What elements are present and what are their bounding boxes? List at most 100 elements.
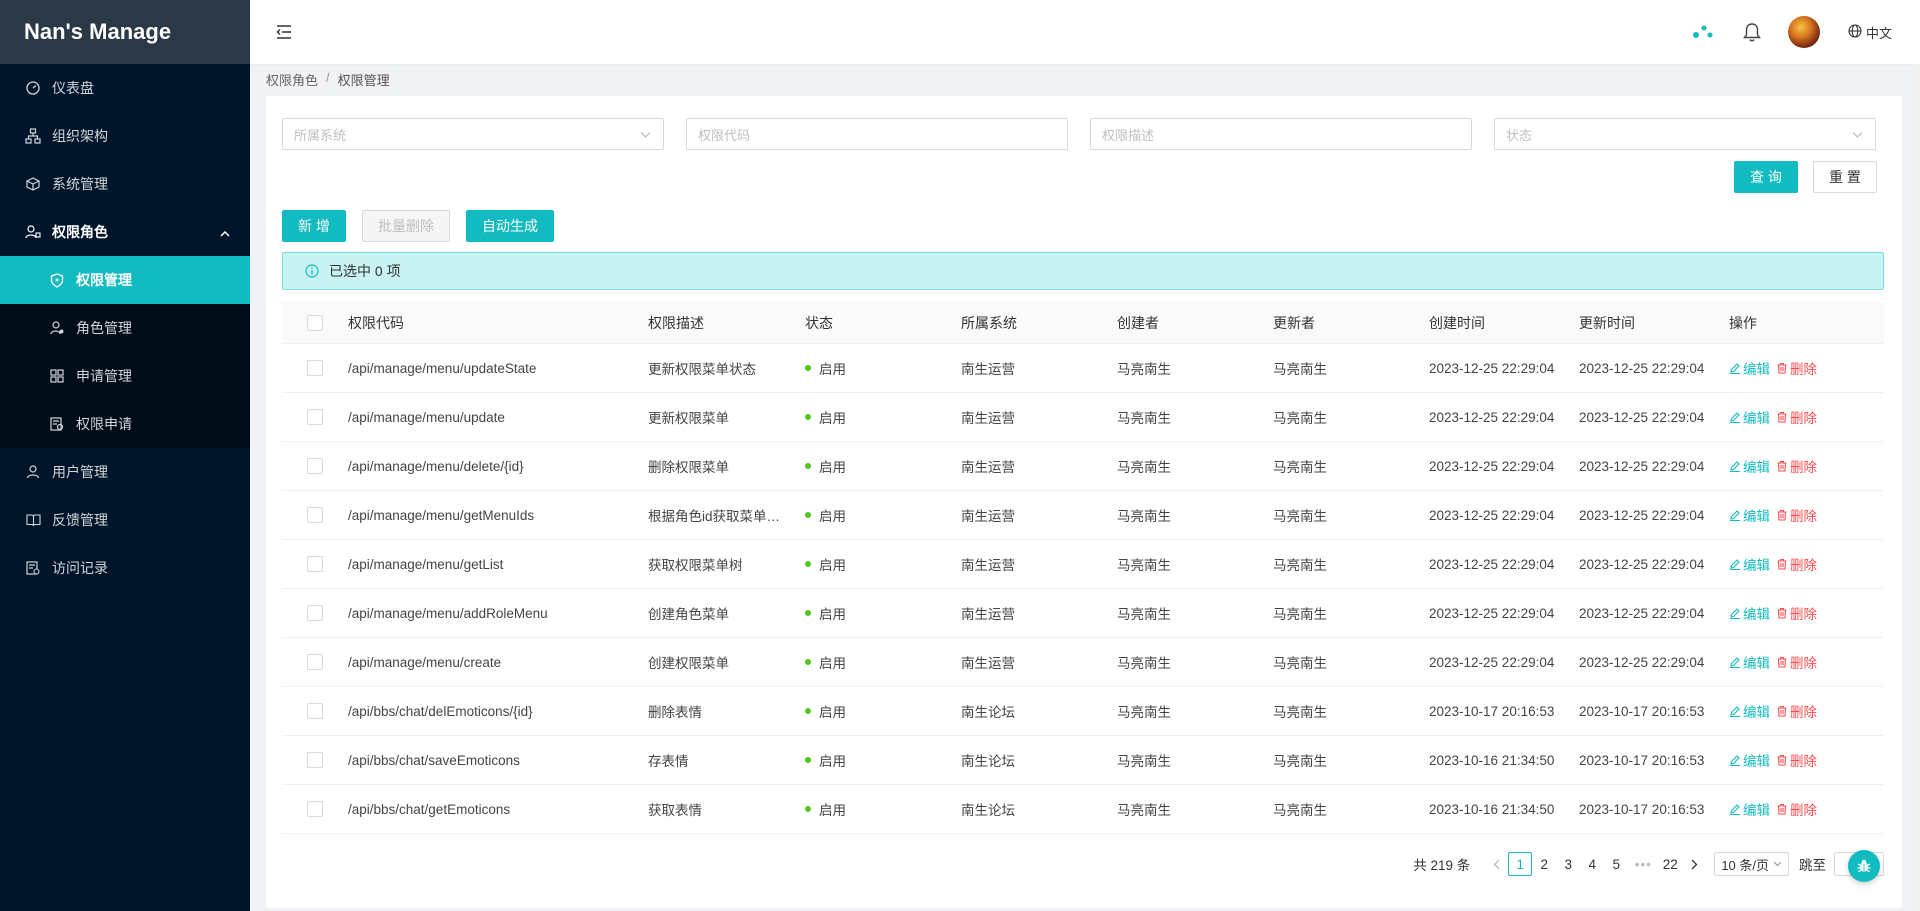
system-select[interactable]: 所属系统 — [282, 118, 664, 150]
page-3[interactable]: 3 — [1556, 852, 1580, 876]
edit-link[interactable]: 编辑 — [1729, 358, 1770, 378]
info-icon — [305, 264, 319, 278]
row-checkbox[interactable] — [307, 458, 323, 474]
delete-link[interactable]: 删除 — [1776, 407, 1817, 427]
page-2[interactable]: 2 — [1532, 852, 1556, 876]
delete-link[interactable]: 删除 — [1776, 456, 1817, 476]
delete-link[interactable]: 删除 — [1776, 799, 1817, 819]
edit-link[interactable]: 编辑 — [1729, 407, 1770, 427]
sidebar-item-access-log[interactable]: 访问记录 — [0, 544, 250, 592]
menu-collapse-icon[interactable] — [274, 22, 294, 42]
action-toolbar: 新 增 批量删除 自动生成 — [282, 210, 554, 242]
delete-link[interactable]: 删除 — [1776, 554, 1817, 574]
cell-updater: 马亮南生 — [1273, 607, 1327, 622]
cell-actions: 编辑 删除 — [1729, 799, 1859, 819]
sidebar-item-apply-manage[interactable]: 申请管理 — [0, 352, 250, 400]
bell-icon[interactable] — [1740, 22, 1764, 42]
cell-code: /api/manage/menu/update — [348, 409, 505, 425]
delete-link[interactable]: 删除 — [1776, 701, 1817, 721]
row-checkbox[interactable] — [307, 752, 323, 768]
page-size-select[interactable]: 10 条/页 — [1714, 852, 1789, 876]
trash-icon — [1777, 411, 1787, 423]
cell-status: 启用 — [805, 554, 961, 574]
theme-dots-icon[interactable] — [1690, 24, 1716, 40]
sidebar-item-label: 申请管理 — [76, 368, 132, 384]
status-dot-icon — [805, 414, 811, 420]
cell-desc: 获取权限菜单树 — [648, 558, 743, 573]
batch-delete-button[interactable]: 批量删除 — [362, 210, 450, 242]
language-switch[interactable]: 中文 — [1848, 23, 1892, 42]
row-checkbox[interactable] — [307, 556, 323, 572]
status-select-placeholder: 状态 — [1506, 127, 1533, 143]
edit-link[interactable]: 编辑 — [1729, 603, 1770, 623]
delete-link[interactable]: 删除 — [1776, 358, 1817, 378]
sidebar-item-dashboard[interactable]: 仪表盘 — [0, 64, 250, 112]
edit-link[interactable]: 编辑 — [1729, 701, 1770, 721]
delete-link[interactable]: 删除 — [1776, 652, 1817, 672]
row-checkbox[interactable] — [307, 605, 323, 621]
status-dot-icon — [805, 512, 811, 518]
code-input[interactable]: 权限代码 — [686, 118, 1068, 150]
row-checkbox[interactable] — [307, 360, 323, 376]
sidebar-menu-rest: 用户管理 反馈管理 访问记录 — [0, 448, 250, 592]
reset-button[interactable]: 重 置 — [1813, 161, 1877, 193]
page-1[interactable]: 1 — [1508, 852, 1533, 876]
sidebar-item-permission-manage[interactable]: 权限管理 — [0, 256, 250, 304]
trash-icon — [1777, 803, 1787, 815]
cell-created: 2023-12-25 22:29:04 — [1429, 556, 1555, 572]
edit-link[interactable]: 编辑 — [1729, 554, 1770, 574]
sidebar-item-permission-role[interactable]: 权限角色 — [0, 208, 250, 256]
page-last[interactable]: 22 — [1658, 852, 1682, 876]
col-header-creator: 创建者 — [1117, 314, 1159, 331]
edit-label: 编辑 — [1743, 558, 1770, 573]
cell-system: 南生运营 — [961, 656, 1015, 671]
select-all-checkbox[interactable] — [307, 314, 323, 331]
query-button[interactable]: 查 询 — [1734, 161, 1798, 193]
delete-link[interactable]: 删除 — [1776, 603, 1817, 623]
delete-link[interactable]: 删除 — [1776, 750, 1817, 770]
page-5[interactable]: 5 — [1604, 852, 1628, 876]
next-page-icon[interactable] — [1682, 852, 1706, 876]
bug-report-icon[interactable] — [1848, 850, 1880, 882]
sidebar-item-org[interactable]: 组织架构 — [0, 112, 250, 160]
sidebar-item-feedback[interactable]: 反馈管理 — [0, 496, 250, 544]
cell-desc: 更新权限菜单 — [648, 411, 729, 426]
prev-page-icon[interactable] — [1484, 852, 1508, 876]
sidebar-item-label: 角色管理 — [76, 320, 132, 336]
trash-icon — [1777, 558, 1787, 570]
cell-created: 2023-10-17 20:16:53 — [1429, 703, 1555, 719]
row-checkbox[interactable] — [307, 703, 323, 719]
sidebar-item-role-manage[interactable]: 角色管理 — [0, 304, 250, 352]
record-icon — [24, 559, 42, 577]
desc-input[interactable]: 权限描述 — [1090, 118, 1472, 150]
row-checkbox[interactable] — [307, 654, 323, 670]
page-scrollbar[interactable] — [1914, 64, 1920, 911]
row-checkbox[interactable] — [307, 409, 323, 425]
edit-link[interactable]: 编辑 — [1729, 456, 1770, 476]
table-row: /api/manage/menu/getMenuIds 根据角色id获取菜单… 启用… — [282, 491, 1884, 540]
edit-link[interactable]: 编辑 — [1729, 652, 1770, 672]
avatar[interactable] — [1787, 16, 1820, 48]
delete-link[interactable]: 删除 — [1776, 505, 1817, 525]
row-checkbox[interactable] — [307, 801, 323, 817]
status-select[interactable]: 状态 — [1494, 118, 1876, 150]
row-checkbox[interactable] — [307, 507, 323, 523]
cell-creator: 马亮南生 — [1117, 362, 1171, 377]
edit-link[interactable]: 编辑 — [1729, 750, 1770, 770]
sidebar-submenu-permission: 权限管理 角色管理 申请管理 权限申请 — [0, 256, 250, 448]
sidebar-item-system[interactable]: 系统管理 — [0, 160, 250, 208]
breadcrumb-parent[interactable]: 权限角色 — [266, 70, 318, 89]
cell-status: 启用 — [805, 603, 961, 623]
auto-generate-button[interactable]: 自动生成 — [466, 210, 554, 242]
page-4[interactable]: 4 — [1580, 852, 1604, 876]
table-row: /api/manage/menu/addRoleMenu 创建角色菜单 启用 南生运营… — [282, 589, 1884, 638]
pagination-ellipsis[interactable]: ••• — [1628, 857, 1658, 872]
status-dot-icon — [805, 463, 811, 469]
add-button[interactable]: 新 增 — [282, 210, 346, 242]
sidebar-item-users[interactable]: 用户管理 — [0, 448, 250, 496]
sidebar-item-permission-request[interactable]: 权限申请 — [0, 400, 250, 448]
edit-link[interactable]: 编辑 — [1729, 505, 1770, 525]
permission-table: 权限代码 权限描述 状态 所属系统 创建者 更新者 创建时间 更新时间 操作 /… — [282, 302, 1884, 834]
edit-link[interactable]: 编辑 — [1729, 799, 1770, 819]
delete-label: 删除 — [1790, 460, 1817, 475]
